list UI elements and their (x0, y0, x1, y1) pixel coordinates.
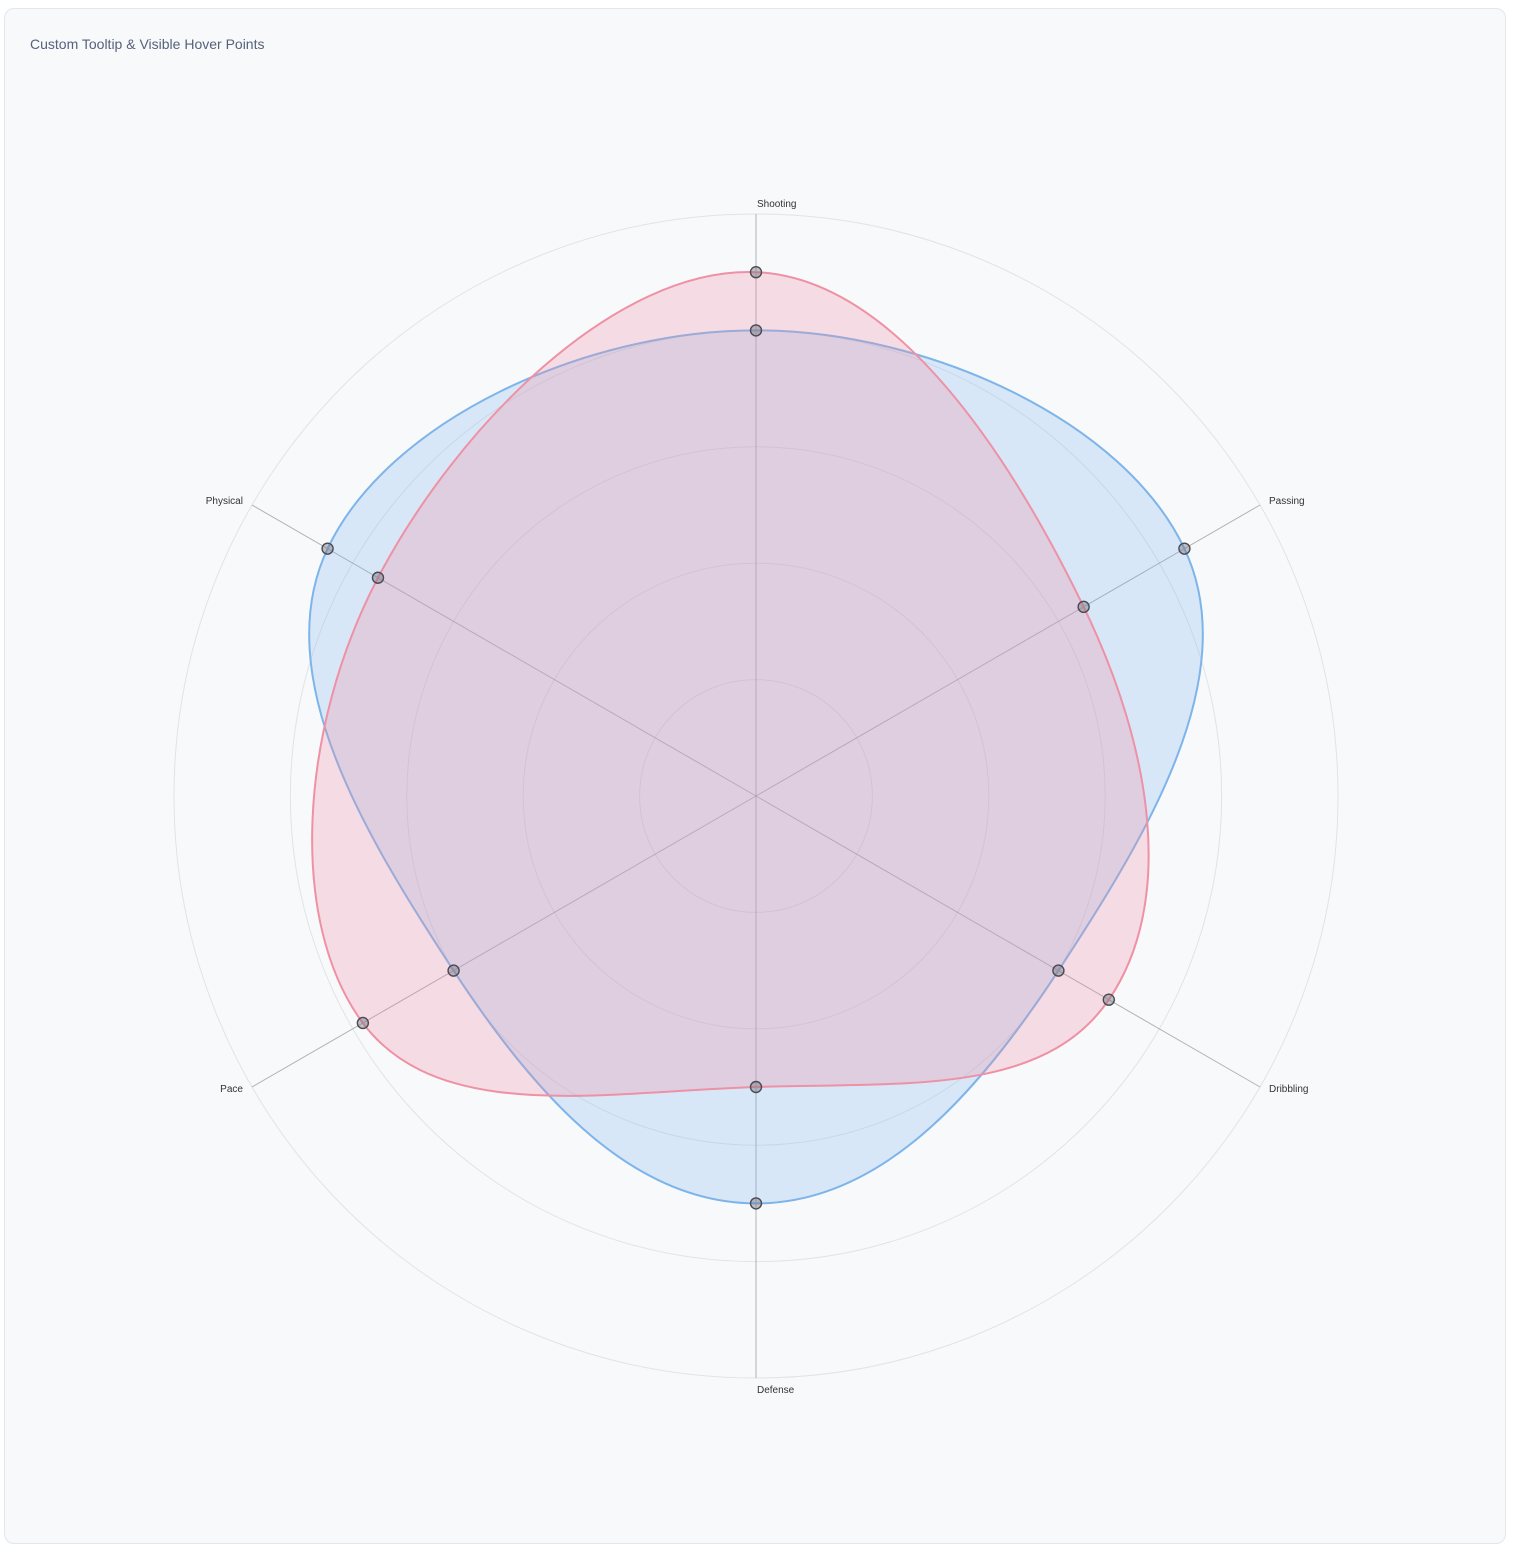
data-point-red-defense (749, 1080, 763, 1094)
axis-label-pace: Pace (220, 1084, 243, 1095)
series-area-red (311, 271, 1150, 1097)
data-point-blue-pace (447, 964, 460, 977)
axis-label-shooting: Shooting (757, 199, 796, 210)
data-point-red-dribbling (1102, 993, 1116, 1006)
data-point-blue-shooting (749, 324, 763, 337)
axis-label-defense: Defense (757, 1385, 795, 1396)
data-point-blue-physical (321, 542, 334, 555)
data-point-blue-defense (749, 1197, 763, 1210)
data-point-red-physical (371, 571, 385, 584)
radar-series (308, 271, 1204, 1205)
radar-chart: Shooting Passing Dribbling Defense Pace Physi… (173, 199, 1339, 1396)
data-point-red-pace (356, 1016, 370, 1030)
data-point-blue-dribbling (1052, 964, 1065, 977)
axis-label-passing: Passing (1269, 496, 1305, 507)
axis-label-physical: Physical (206, 496, 243, 507)
data-point-red-shooting (749, 266, 763, 279)
data-point-blue-passing (1178, 542, 1191, 555)
axis-label-dribbling: Dribbling (1269, 1084, 1308, 1095)
data-point-red-passing (1077, 600, 1090, 614)
